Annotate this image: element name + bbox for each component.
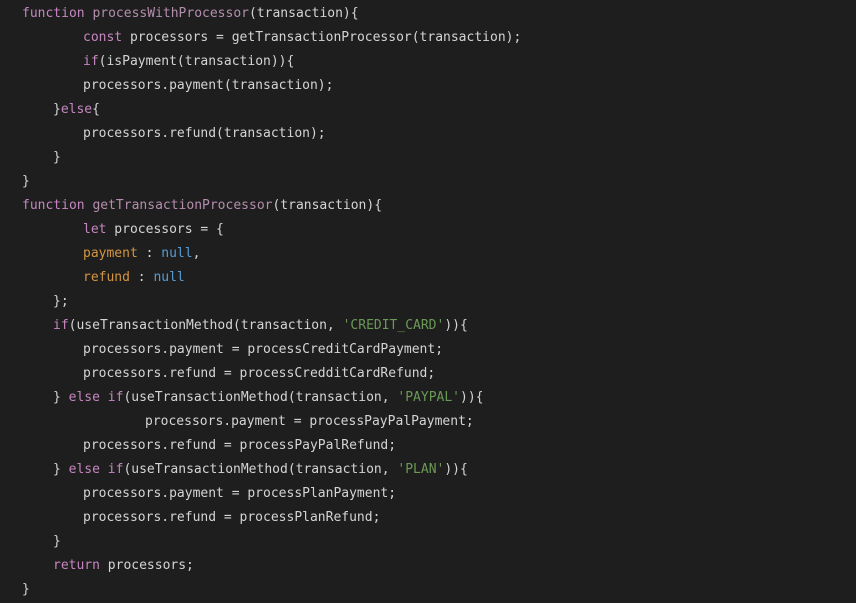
code-line: } else if(useTransactionMethod(transacti… — [0, 458, 856, 482]
code-line: const processors = getTransactionProcess… — [0, 26, 856, 50]
code-token: (transaction){ — [272, 198, 383, 213]
code-token: if — [107, 462, 124, 477]
code-token: } — [22, 582, 30, 597]
code-token: )){ — [444, 318, 468, 333]
code-line: } — [0, 170, 856, 194]
code-token: processors = { — [106, 222, 224, 237]
code-token: } — [53, 150, 61, 165]
code-token: (transaction){ — [249, 6, 359, 21]
code-line: return processors; — [0, 554, 856, 578]
code-token: (useTransactionMethod(transaction, — [123, 462, 398, 477]
code-line: }else{ — [0, 98, 856, 122]
code-token: return — [53, 558, 100, 573]
code-token: processors.refund(transaction); — [83, 126, 326, 141]
code-token: else — [68, 390, 100, 405]
code-token: processors; — [99, 558, 194, 573]
code-token: processors.payment = processPayPalPaymen… — [145, 414, 474, 429]
code-token: )){ — [460, 390, 484, 405]
code-line: processors.refund = processPlanRefund; — [0, 506, 856, 530]
code-editor[interactable]: function processWithProcessor(transactio… — [0, 0, 856, 603]
code-token: if — [83, 54, 99, 69]
code-token: getTransactionProcessor — [92, 198, 273, 213]
code-token: else — [68, 462, 100, 477]
code-line: } — [0, 578, 856, 602]
code-line: processors.payment = processPlanPayment; — [0, 482, 856, 506]
code-token: refund — [83, 270, 130, 285]
code-token: } — [53, 102, 61, 117]
code-token: processors.payment = processCreditCardPa… — [83, 342, 444, 357]
code-token: (useTransactionMethod(transaction, — [123, 390, 398, 405]
code-token: } — [22, 174, 30, 189]
code-token: }; — [53, 294, 69, 309]
code-token: , — [192, 246, 201, 261]
code-token: (isPayment(transaction)){ — [98, 54, 295, 69]
code-token: function — [22, 6, 85, 21]
code-line: processors.payment = processCreditCardPa… — [0, 338, 856, 362]
code-token: processors.refund = processCredditCardRe… — [83, 366, 436, 381]
code-line: } — [0, 146, 856, 170]
code-line: function getTransactionProcessor(transac… — [0, 194, 856, 218]
code-line: let processors = { — [0, 218, 856, 242]
code-token: } — [53, 534, 61, 549]
code-token: )){ — [444, 462, 468, 477]
code-token: else — [60, 102, 93, 117]
code-token: } — [53, 390, 69, 405]
code-token: processWithProcessor — [92, 6, 249, 21]
code-token: 'PAYPAL' — [397, 390, 461, 405]
code-line: payment : null, — [0, 242, 856, 266]
code-token: : — [137, 246, 162, 261]
code-line: processors.refund = processCredditCardRe… — [0, 362, 856, 386]
code-token: if — [53, 318, 69, 333]
code-token: } — [53, 462, 69, 477]
code-line: function processWithProcessor(transactio… — [0, 2, 856, 26]
code-line: processors.payment = processPayPalPaymen… — [0, 410, 856, 434]
code-token: payment — [83, 246, 138, 261]
code-token: const — [83, 30, 123, 45]
code-token: { — [92, 102, 100, 117]
code-token: 'CREDIT_CARD' — [342, 318, 445, 333]
code-line: }; — [0, 290, 856, 314]
code-token: processors.payment(transaction); — [83, 78, 334, 93]
code-token: null — [153, 270, 185, 285]
code-token: 'PLAN' — [397, 462, 445, 477]
code-token: null — [161, 246, 193, 261]
code-line: processors.refund(transaction); — [0, 122, 856, 146]
code-token: function — [22, 198, 85, 213]
code-token: (useTransactionMethod(transaction, — [68, 318, 343, 333]
code-line: if(isPayment(transaction)){ — [0, 50, 856, 74]
code-line: processors.payment(transaction); — [0, 74, 856, 98]
code-token: if — [107, 390, 124, 405]
code-token: let — [83, 222, 107, 237]
code-token: processors.refund = processPlanRefund; — [83, 510, 381, 525]
code-line: refund : null — [0, 266, 856, 290]
code-token: processors.refund = processPayPalRefund; — [83, 438, 397, 453]
code-token: processors = getTransactionProcessor(tra… — [122, 30, 522, 45]
code-line: } — [0, 530, 856, 554]
code-line: if(useTransactionMethod(transaction, 'CR… — [0, 314, 856, 338]
code-token: : — [129, 270, 154, 285]
code-line: processors.refund = processPayPalRefund; — [0, 434, 856, 458]
code-token: processors.payment = processPlanPayment; — [83, 486, 397, 501]
code-line: } else if(useTransactionMethod(transacti… — [0, 386, 856, 410]
